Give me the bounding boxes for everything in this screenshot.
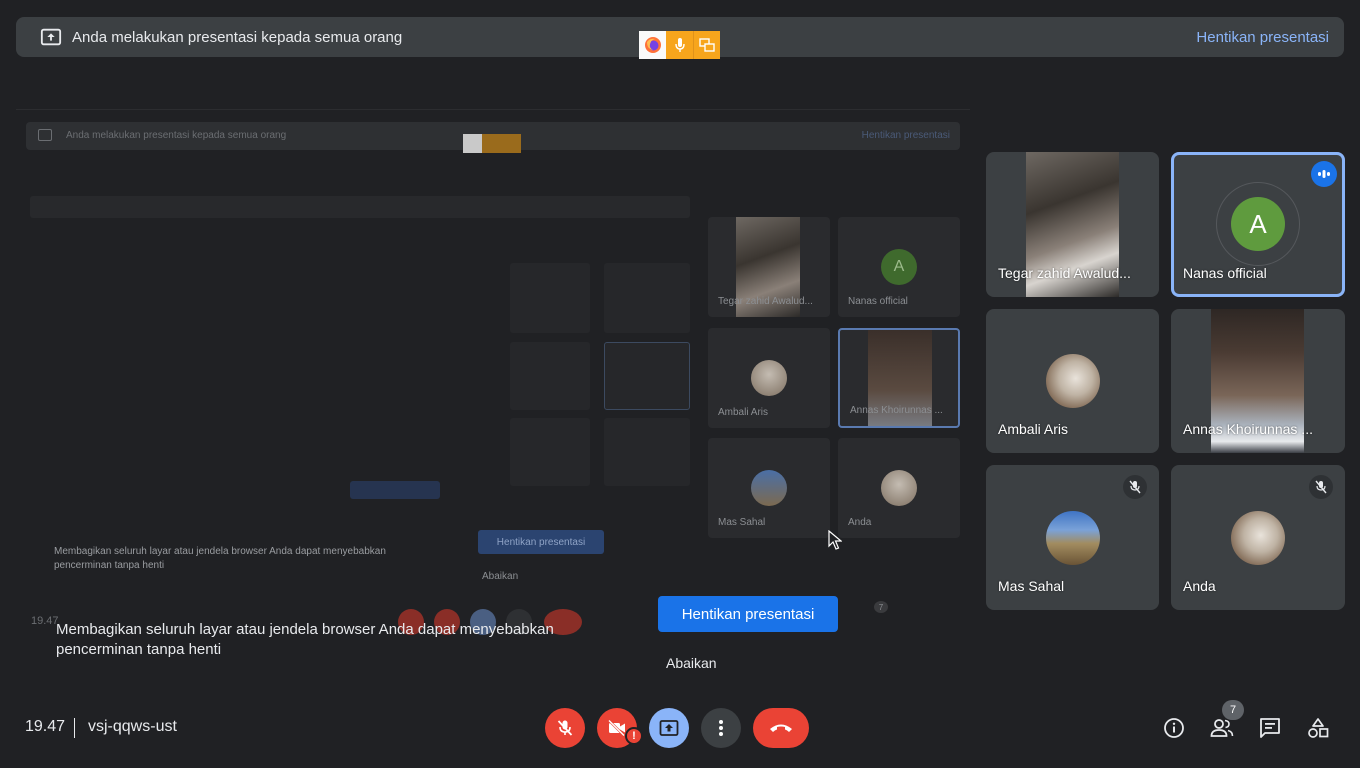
participant-tile[interactable]: A Nanas official: [1171, 152, 1345, 297]
mirror-avatar: [751, 470, 787, 506]
firefox-icon: [639, 31, 666, 59]
avatar: [1046, 354, 1100, 408]
participant-tile[interactable]: Anda: [1171, 465, 1345, 610]
participant-tile[interactable]: Tegar zahid Awalud...: [986, 152, 1159, 297]
mic-off-icon: [557, 720, 573, 736]
mirror-banner-text: Anda melakukan presentasi kepada semua o…: [66, 130, 287, 141]
participant-count-badge: 7: [1222, 700, 1244, 720]
presenting-text: Anda melakukan presentasi kepada semua o…: [72, 29, 403, 46]
participant-name: Ambali Aris: [998, 421, 1069, 437]
avatar: [1046, 511, 1100, 565]
browser-share-indicator[interactable]: [639, 31, 720, 59]
mirror-avatar: [751, 360, 787, 396]
mirror-tile: A Nanas official: [838, 217, 960, 317]
banner-stop-presenting-link[interactable]: Hentikan presentasi: [1196, 29, 1329, 46]
mirror-deeper-banner: [30, 196, 690, 218]
meeting-code: vsj-qqws-ust: [88, 718, 177, 735]
stop-presenting-button[interactable]: Hentikan presentasi: [658, 596, 838, 632]
window-share-icon: [693, 31, 720, 59]
meeting-info-button[interactable]: [1160, 714, 1188, 742]
participant-name: Mas Sahal: [998, 578, 1065, 594]
mirror-tile: Annas Khoirunnas ...: [838, 328, 960, 428]
mirror-ignore: Abaikan: [482, 571, 519, 582]
mirror-deeper-tile: [510, 418, 590, 486]
meet-window: { "banner": { "text": "Anda melakukan pr…: [0, 0, 1360, 768]
participant-name: Tegar zahid Awalud...: [998, 265, 1131, 281]
present-screen-icon: [40, 28, 62, 46]
ignore-button[interactable]: Abaikan: [666, 655, 717, 671]
mic-toggle-button[interactable]: [545, 708, 585, 748]
speaking-indicator-icon: [1311, 161, 1337, 187]
chat-button[interactable]: [1256, 714, 1284, 742]
mirror-count-badge: 7: [874, 601, 888, 613]
end-call-icon: [770, 724, 792, 732]
mirror-time: 19.47: [31, 615, 59, 627]
participant-tile[interactable]: Annas Khoirunnas ...: [1171, 309, 1345, 453]
meeting-time: 19.47: [25, 718, 66, 735]
people-icon: [1210, 719, 1234, 737]
mirror-deeper-tile: [604, 263, 690, 333]
mirror-deeper-tile: [510, 263, 590, 333]
mirror-warning-message: Membagikan seluruh layar atau jendela br…: [54, 546, 386, 571]
mirror-tile-name: Tegar zahid Awalud...: [718, 296, 813, 307]
chat-icon: [1260, 718, 1280, 738]
camera-warning-badge: !: [625, 727, 643, 745]
mic-off-icon: [1309, 475, 1333, 499]
mirror-tile: Tegar zahid Awalud...: [708, 217, 830, 317]
mirror-avatar: [881, 470, 917, 506]
present-screen-icon: [38, 129, 52, 141]
mirror-tile-name: Anda: [848, 517, 872, 528]
info-icon: [1164, 718, 1184, 738]
more-options-button[interactable]: [701, 708, 741, 748]
mirror-deeper-tile: [604, 418, 690, 486]
participant-tile[interactable]: Ambali Aris: [986, 309, 1159, 453]
mirror-avatar: A: [881, 249, 917, 285]
mirror-deeper-tile: [604, 342, 690, 410]
share-warning-message: Membagikan seluruh layar atau jendela br…: [56, 621, 554, 658]
avatar: [1231, 511, 1285, 565]
more-icon: [719, 720, 723, 736]
participant-tile[interactable]: Mas Sahal: [986, 465, 1159, 610]
mirror-tile-name: Mas Sahal: [718, 517, 766, 528]
divider: [74, 718, 75, 738]
mouse-cursor-icon: [828, 530, 842, 550]
participant-name: Anda: [1183, 578, 1216, 594]
mirror-banner-stop: Hentikan presentasi: [861, 130, 950, 141]
mirror-deeper-tile: [510, 342, 590, 410]
avatar: A: [1231, 197, 1285, 251]
participant-name: Annas Khoirunnas ...: [1183, 421, 1313, 437]
present-icon: [659, 720, 679, 736]
participant-name: Nanas official: [1183, 265, 1267, 281]
mic-icon: [666, 31, 693, 59]
present-now-button[interactable]: [649, 708, 689, 748]
mirror-tile-name: Annas Khoirunnas ...: [850, 405, 943, 416]
activities-icon: [1308, 718, 1329, 738]
mirror-stop-button: Hentikan presentasi: [478, 530, 604, 554]
activities-button[interactable]: [1304, 714, 1332, 742]
mirror-deeper-button: [350, 481, 440, 499]
mirror-share-indicator: [463, 134, 521, 153]
mirror-tile: Mas Sahal: [708, 438, 830, 538]
mirror-tile-name: Ambali Aris: [718, 407, 769, 418]
mic-off-icon: [1123, 475, 1147, 499]
leave-call-button[interactable]: [753, 708, 809, 748]
mirror-tile-name: Nanas official: [848, 296, 908, 307]
camera-off-icon: [608, 719, 625, 737]
mirror-tile: Anda: [838, 438, 960, 538]
mirror-tile: Ambali Aris: [708, 328, 830, 428]
